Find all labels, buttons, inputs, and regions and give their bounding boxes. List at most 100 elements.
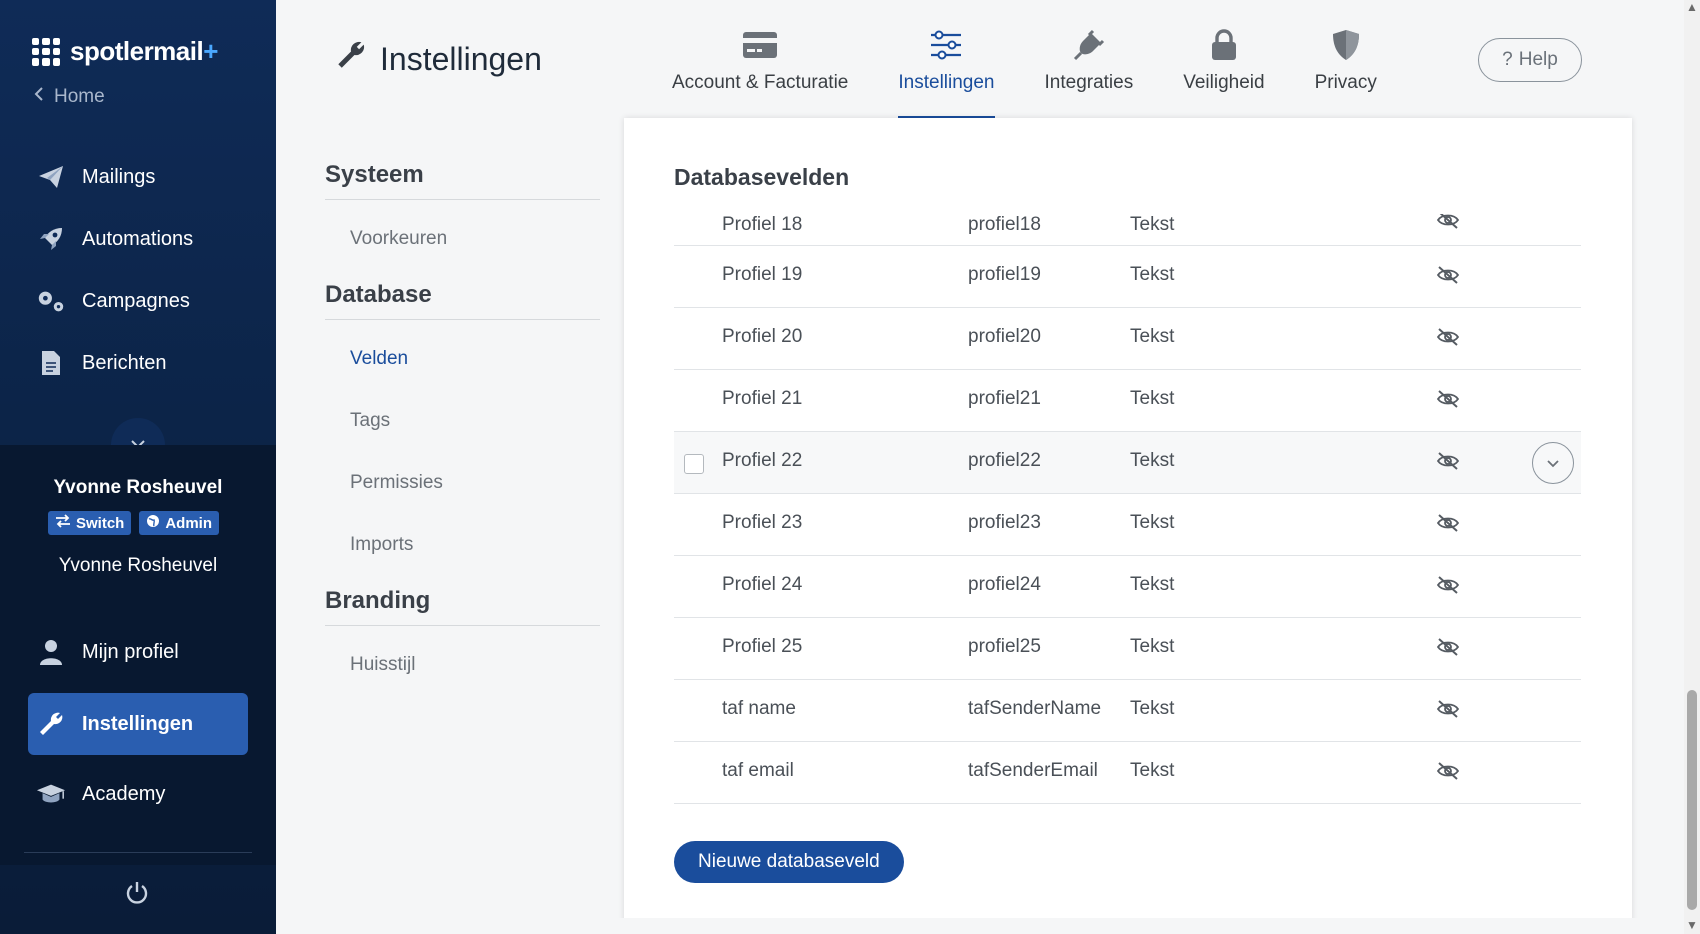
table-row[interactable]: Profiel 23 profiel23 Tekst [674, 494, 1581, 556]
home-link-label: Home [54, 86, 105, 107]
admin-label: Admin [165, 514, 213, 532]
user-icon [36, 639, 66, 665]
nav-item-academy[interactable]: Academy [28, 763, 248, 825]
tab-integraties[interactable]: Integraties [1044, 0, 1134, 118]
power-icon[interactable] [124, 880, 150, 911]
scroll-thumb[interactable] [1687, 690, 1697, 910]
bottom-nav: Mijn profiel Instellingen Academy [28, 621, 248, 825]
submenu-section-systeem: Systeem [325, 150, 600, 200]
eye-slash-icon[interactable] [1436, 575, 1460, 601]
tab-account-facturatie[interactable]: Account & Facturatie [672, 0, 848, 118]
chevron-down-icon [1546, 452, 1560, 474]
nav-item-mijn-profiel[interactable]: Mijn profiel [28, 621, 248, 683]
home-link[interactable]: Home [34, 86, 105, 108]
tab-label: Account & Facturatie [672, 72, 849, 93]
field-key: profiel21 [968, 388, 1041, 409]
tab-veiligheid[interactable]: Veiligheid [1183, 0, 1265, 118]
field-label: taf email [722, 760, 794, 781]
row-checkbox[interactable] [684, 454, 704, 474]
eye-slash-icon[interactable] [1436, 699, 1460, 725]
field-type: Tekst [1130, 450, 1175, 471]
submenu-item-permissies[interactable]: Permissies [325, 452, 600, 514]
rocket-icon [36, 226, 66, 252]
page-title-text: Instellingen [380, 40, 542, 77]
table-row[interactable]: Profiel 19 profiel19 Tekst [674, 246, 1581, 308]
eye-slash-icon[interactable] [1436, 389, 1460, 415]
eye-slash-icon[interactable] [1436, 637, 1460, 663]
table-row[interactable]: Profiel 21 profiel21 Tekst [674, 370, 1581, 432]
table-rows: Profiel 18 profiel18 Tekst Profiel 19 profie… [674, 214, 1581, 804]
eye-slash-icon[interactable] [1436, 214, 1460, 236]
eye-slash-icon[interactable] [1436, 265, 1460, 291]
top-header: Instellingen Account & Facturatie Instel… [276, 0, 1700, 118]
submenu-item-huisstijl[interactable]: Huisstijl [325, 634, 600, 696]
table-row[interactable]: Profiel 22 profiel22 Tekst [674, 432, 1581, 494]
field-key: profiel24 [968, 574, 1041, 595]
tab-instellingen[interactable]: Instellingen [898, 0, 995, 118]
scroll-down-arrow-icon[interactable]: ▼ [1686, 918, 1698, 932]
help-label: Help [1518, 49, 1558, 70]
plug-icon [1073, 28, 1105, 62]
eye-slash-icon[interactable] [1436, 451, 1460, 477]
switch-badge[interactable]: Switch [48, 511, 132, 535]
field-key: tafSenderName [968, 698, 1102, 719]
submenu-item-tags[interactable]: Tags [325, 390, 600, 452]
table-row[interactable]: taf email tafSenderEmail Tekst [674, 742, 1581, 804]
tab-label: Integraties [1044, 72, 1134, 93]
nav-item-instellingen[interactable]: Instellingen [28, 693, 248, 755]
field-type: Tekst [1130, 512, 1175, 533]
chevron-left-icon [34, 86, 44, 108]
brand-logo[interactable]: spotlermail+ [32, 36, 218, 67]
help-button[interactable]: ? Help [1478, 38, 1582, 82]
settings-tabs: Account & Facturatie Instellingen Integr… [672, 0, 1427, 118]
field-label: Profiel 21 [722, 388, 803, 409]
table-row[interactable]: Profiel 20 profiel20 Tekst [674, 308, 1581, 370]
field-key: tafSenderEmail [968, 760, 1098, 781]
sidebar: spotlermail+ Home Mailings Automations C… [0, 0, 276, 934]
eye-slash-icon[interactable] [1436, 327, 1460, 353]
nav-label: Academy [82, 782, 166, 805]
database-fields-panel: Databasevelden Profiel 18 profiel18 Tekst P… [624, 118, 1632, 934]
tab-label: Instellingen [898, 72, 995, 93]
panel-title: Databasevelden [674, 164, 850, 190]
nav-item-automations[interactable]: Automations [28, 208, 248, 270]
nav-item-berichten[interactable]: Berichten [28, 332, 248, 394]
eye-slash-icon[interactable] [1436, 761, 1460, 787]
nav-label: Automations [82, 227, 194, 250]
submenu-item-velden[interactable]: Velden [325, 328, 600, 390]
table-row[interactable]: Profiel 25 profiel25 Tekst [674, 618, 1581, 680]
field-type: Tekst [1130, 698, 1175, 719]
nav-item-campagnes[interactable]: Campagnes [28, 270, 248, 332]
question-mark-icon: ? [1502, 49, 1513, 70]
sliders-icon [929, 28, 963, 62]
new-database-field-button[interactable]: Nieuwe databaseveld [674, 841, 904, 883]
admin-badge: Admin [139, 511, 220, 535]
field-label: Profiel 19 [722, 264, 803, 285]
tab-privacy[interactable]: Privacy [1315, 0, 1377, 118]
field-type: Tekst [1130, 636, 1175, 657]
submenu-item-imports[interactable]: Imports [325, 514, 600, 576]
graduation-cap-icon [36, 782, 66, 806]
submenu-section-branding: Branding [325, 576, 600, 626]
table-row[interactable]: taf name tafSenderName Tekst [674, 680, 1581, 742]
page-scrollbar[interactable]: ▲ ▼ [1684, 0, 1700, 934]
field-type: Tekst [1130, 326, 1175, 347]
nav-item-mailings[interactable]: Mailings [28, 146, 248, 208]
nav-label: Instellingen [82, 712, 194, 735]
field-label: Profiel 23 [722, 512, 803, 533]
submenu-item-voorkeuren[interactable]: Voorkeuren [325, 208, 600, 270]
field-type: Tekst [1130, 574, 1175, 595]
field-key: profiel23 [968, 512, 1041, 533]
eye-slash-icon[interactable] [1436, 513, 1460, 539]
submenu-section-database: Database [325, 270, 600, 320]
row-expand-button[interactable] [1532, 442, 1574, 484]
field-key: profiel22 [968, 450, 1041, 471]
wrench-icon [336, 40, 366, 78]
settings-submenu: Systeem Voorkeuren Database Velden Tags … [325, 150, 600, 696]
field-key: profiel19 [968, 264, 1041, 285]
lock-icon [1210, 28, 1238, 62]
table-row[interactable]: Profiel 18 profiel18 Tekst [674, 214, 1581, 246]
scroll-up-arrow-icon[interactable]: ▲ [1686, 0, 1698, 14]
table-row[interactable]: Profiel 24 profiel24 Tekst [674, 556, 1581, 618]
field-label: Profiel 18 [722, 214, 803, 235]
